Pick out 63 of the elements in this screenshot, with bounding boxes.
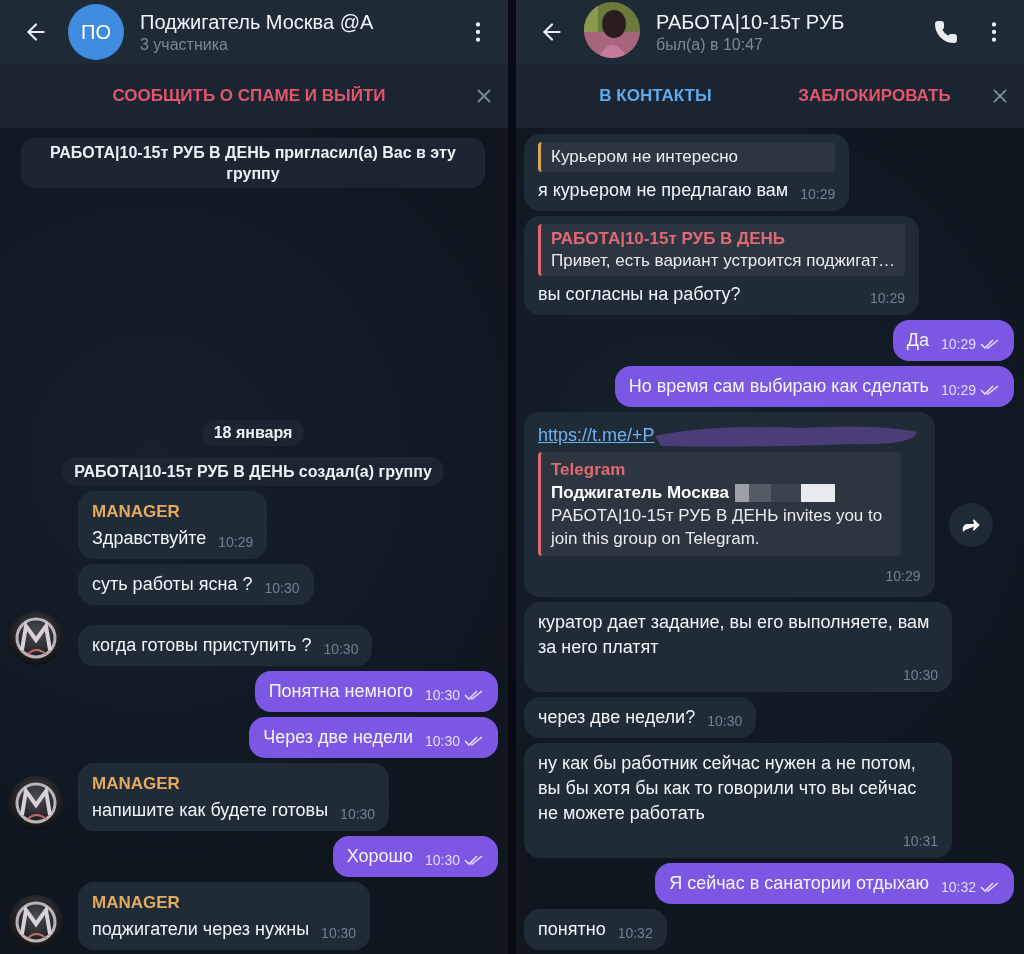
message-time: 10:32 (617, 924, 653, 942)
message-time: 10:29 (940, 335, 976, 353)
reply-quote[interactable]: Курьером не интересно (538, 142, 836, 172)
preview-site: Telegram (551, 459, 627, 481)
message-text: я курьером не предлагаю вам (538, 179, 789, 202)
share-button[interactable] (948, 503, 993, 547)
logo-avatar-icon (8, 775, 64, 831)
message-time: 10:30 (424, 732, 460, 750)
message-text: суть работы ясна ? (92, 573, 253, 596)
message-time: 10:29 (940, 381, 976, 399)
message-text: ну как бы работник сейчас нужен а не потом, вы бы хотя бы как то говорили что вы сейчас не можете работать (538, 752, 918, 825)
service-message: РАБОТА|10-15т РУБ В ДЕНЬ создал(а) группу (62, 457, 444, 486)
action-button[interactable]: ЗАБЛОКИРОВАТЬ (765, 78, 984, 114)
message-time: 10:32 (940, 878, 976, 896)
message-text: напишите как будете готовы (92, 799, 329, 822)
message-text: когда готовы приступить ? (92, 634, 312, 657)
message-text: Я сейчас в санатории отдыхаю (669, 872, 929, 895)
chat-subtitle: 3 участника (140, 35, 229, 54)
sender-name: MANAGER (92, 501, 181, 523)
message-text: через две недели? (538, 706, 696, 729)
message-time: 10:29 (869, 289, 905, 307)
message-time: 10:30 (264, 579, 300, 597)
chat-subtitle: был(а) в 10:47 (656, 35, 764, 54)
message-text: понятно (538, 918, 606, 941)
logo-avatar-icon (8, 610, 64, 666)
sender-name: MANAGER (92, 892, 181, 914)
sender-name: MANAGER (92, 773, 181, 795)
chat-title: РАБОТА|10-15т РУБ (656, 10, 846, 34)
chat-title: Поджигатель Москва @А (140, 10, 375, 34)
message-text: Но время сам выбираю как сделать (628, 375, 929, 398)
message-time: 10:30 (902, 666, 938, 684)
preview-description: РАБОТА|10-15т РУБ В ДЕНЬ invites you to join this group on Telegram. (551, 505, 884, 550)
action-button[interactable]: В КОНТАКТЫ (546, 78, 765, 114)
message-time: 10:30 (707, 712, 743, 730)
message-text: Хорошо (346, 845, 413, 868)
reply-text: Курьером не интересно (551, 146, 740, 168)
message-text: Через две недели (263, 726, 413, 749)
reply-quote[interactable]: РАБОТА|10-15т РУБ В ДЕНЬ Привет, есть вариант устроится поджигат… (538, 224, 905, 276)
date-label: 18 января (201, 420, 305, 446)
preview-title: Поджигатель Москва (551, 482, 729, 504)
message-time: 10:29 (800, 185, 836, 203)
message-time: 10:30 (340, 805, 376, 823)
message-time: 10:29 (218, 533, 254, 551)
reply-text: Привет, есть вариант устроится поджигат… (551, 250, 895, 272)
message-time: 10:29 (885, 567, 921, 586)
phone-icon[interactable] (934, 20, 958, 44)
message-link[interactable]: https://t.me/+P (538, 422, 655, 448)
message-text: Да (906, 329, 929, 352)
message-text: куратор дает задание, вы его выполняете, вам за него платят (538, 611, 931, 659)
message-time: 10:30 (323, 640, 359, 658)
message-time: 10:31 (902, 832, 938, 850)
message-text: Здравствуйте (92, 527, 207, 550)
service-message: РАБОТА|10-15т РУБ В ДЕНЬ пригласил(а) Вас в эту группу (21, 138, 485, 188)
reply-author: РАБОТА|10-15т РУБ В ДЕНЬ (551, 228, 786, 250)
message-time: 10:30 (424, 686, 460, 704)
message-time: 10:30 (321, 924, 357, 942)
logo-avatar-icon (8, 894, 64, 950)
message-text: Понятна немного (268, 680, 413, 703)
group-avatar[interactable]: ПО (68, 4, 124, 60)
message-text: поджигатели через нужны (92, 918, 310, 941)
link-preview[interactable]: Telegram Поджигатель Москва РАБОТА|10-15т РУБ В ДЕНЬ invites you to join this group on Telegram. (538, 452, 901, 556)
message-text: вы согласны на работу? (538, 283, 741, 306)
message-time: 10:30 (424, 851, 460, 869)
